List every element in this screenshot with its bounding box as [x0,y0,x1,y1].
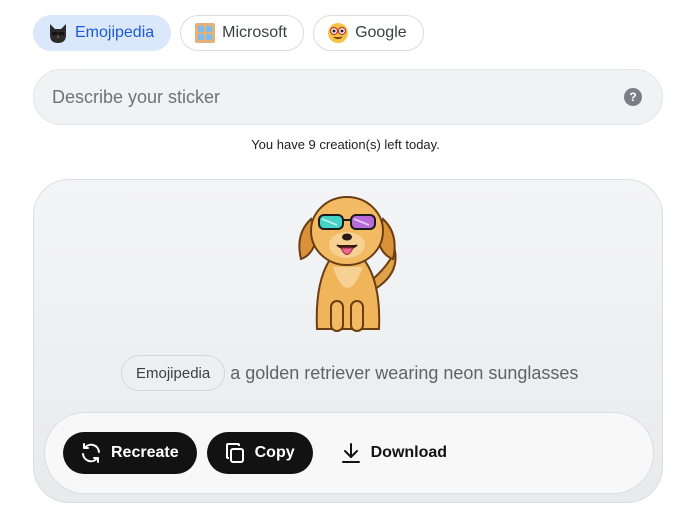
vendor-label: Google [355,24,407,41]
creations-left-text: You have 9 creation(s) left today. [251,137,440,152]
nerd-face-icon [326,21,350,45]
download-icon [339,441,363,465]
recreate-label: Recreate [111,444,179,461]
vendor-selector: Emojipedia Microsoft Google [33,15,424,51]
vendor-label: Emojipedia [75,24,155,41]
sticker-prompt-text: a golden retriever wearing neon sunglass… [230,362,579,383]
sticker-caption: Emojipedia a golden retriever wearing ne… [121,355,578,391]
window-icon [193,21,217,45]
sticker-prompt-input[interactable] [52,86,624,108]
vendor-tag: Emojipedia [121,355,226,391]
vendor-pill-emojipedia[interactable]: Emojipedia [33,15,172,51]
copy-label: Copy [254,444,295,461]
refresh-icon [79,441,103,465]
copy-icon [223,441,247,465]
vendor-label: Microsoft [222,24,288,41]
download-button[interactable]: Download [323,432,463,474]
vendor-pill-google[interactable]: Google [313,15,424,51]
sticker-actions-bar: Recreate Copy Download [44,412,654,494]
black-cat-icon [46,21,70,45]
copy-button[interactable]: Copy [206,432,313,474]
golden-retriever-sticker-image [287,189,407,339]
sticker-prompt-bar: ? [33,69,663,125]
recreate-button[interactable]: Recreate [63,432,197,474]
vendor-pill-microsoft[interactable]: Microsoft [180,15,305,51]
download-label: Download [370,444,448,461]
help-icon[interactable]: ? [624,88,642,106]
sticker-result-card: Emojipedia a golden retriever wearing ne… [33,179,663,503]
